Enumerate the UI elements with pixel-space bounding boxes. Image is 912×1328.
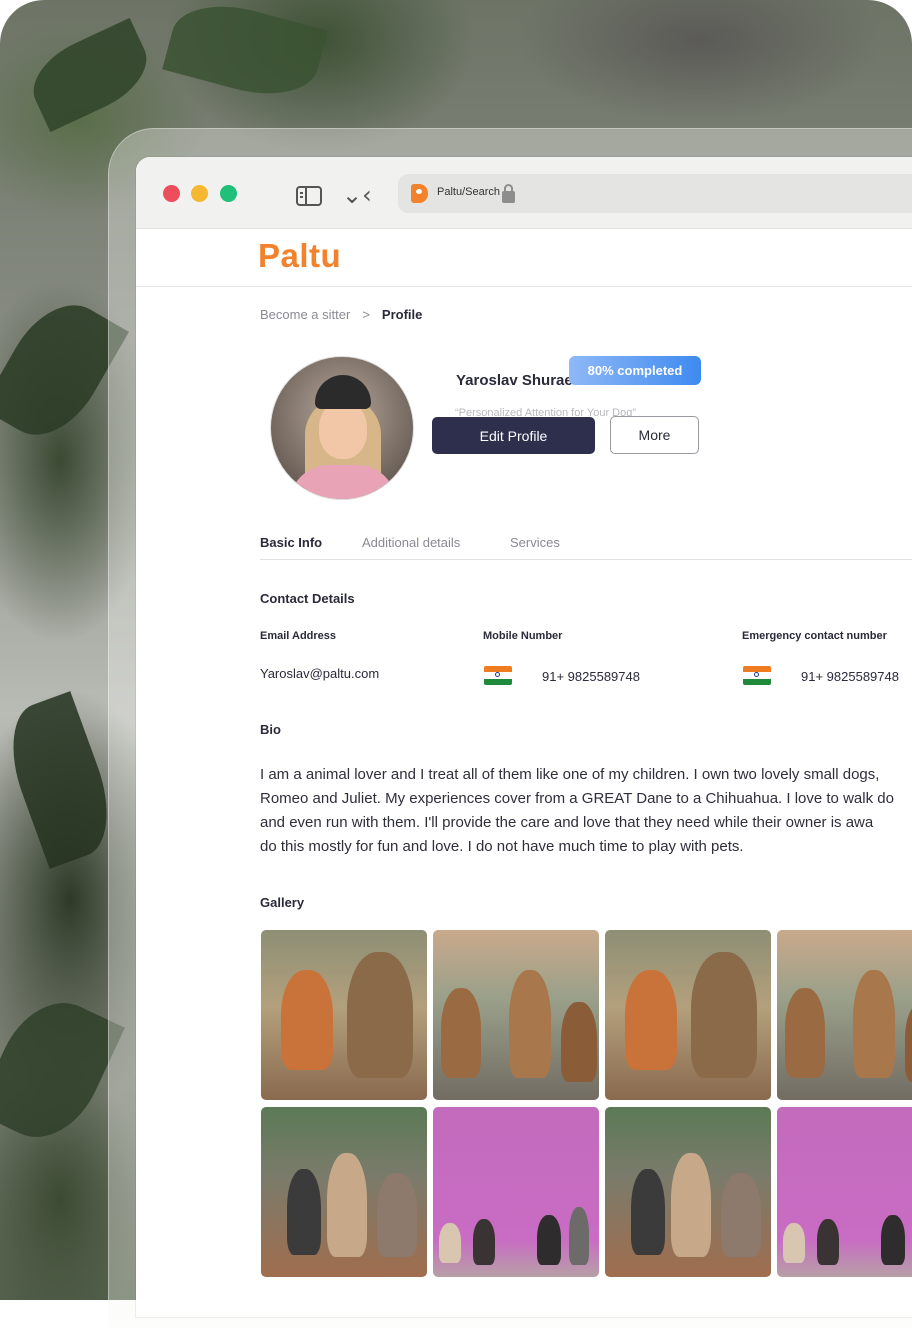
bio-line: do this mostly for fun and love. I do no… bbox=[260, 838, 744, 855]
contact-details-title: Contact Details bbox=[260, 591, 355, 606]
more-button[interactable]: More bbox=[610, 416, 699, 454]
close-window-button[interactable] bbox=[163, 185, 180, 202]
app-header: Paltu bbox=[136, 229, 912, 287]
url-text: Paltu/Search bbox=[437, 186, 500, 198]
breadcrumb: Become a sitter > Profile bbox=[260, 307, 422, 322]
address-bar[interactable]: Paltu/Search bbox=[398, 174, 912, 213]
india-flag-icon bbox=[484, 666, 512, 685]
gallery-photo[interactable] bbox=[433, 1107, 599, 1277]
bio-title: Bio bbox=[260, 722, 281, 737]
gallery-photo[interactable] bbox=[777, 1107, 912, 1277]
plant-leaf bbox=[162, 0, 328, 109]
tab-basic-info[interactable]: Basic Info bbox=[260, 535, 322, 550]
bio-line: and even run with them. I'll provide the… bbox=[260, 814, 874, 831]
tab-services[interactable]: Services bbox=[510, 535, 560, 550]
completion-badge: 80% completed bbox=[569, 356, 701, 385]
gallery-photo[interactable] bbox=[605, 1107, 771, 1277]
gallery-title: Gallery bbox=[260, 895, 305, 910]
gallery-photo[interactable] bbox=[777, 930, 912, 1100]
mobile-label: Mobile Number bbox=[483, 630, 563, 642]
browser-window: ⌄‹ Paltu/Search Paltu Become a sitter > Pr… bbox=[136, 157, 912, 1317]
breadcrumb-separator: > bbox=[362, 307, 370, 322]
paltu-favicon-icon bbox=[411, 184, 428, 203]
breadcrumb-become-a-sitter[interactable]: Become a sitter bbox=[260, 307, 350, 322]
breadcrumb-profile: Profile bbox=[381, 307, 423, 322]
minimize-window-button[interactable] bbox=[191, 185, 208, 202]
chevron-back-icon[interactable]: ⌄‹ bbox=[342, 181, 372, 209]
emergency-label: Emergency contact number bbox=[742, 630, 887, 642]
brand-logo[interactable]: Paltu bbox=[258, 237, 341, 275]
gallery-photo[interactable] bbox=[261, 930, 427, 1100]
bio-line: I am a animal lover and I treat all of t… bbox=[260, 766, 880, 783]
bio-text: I am a animal lover and I treat all of t… bbox=[260, 763, 912, 859]
india-flag-icon bbox=[743, 666, 771, 685]
profile-name: Yaroslav Shuraev bbox=[456, 372, 582, 389]
lock-icon bbox=[502, 184, 515, 203]
plant-leaf bbox=[20, 17, 160, 133]
browser-titlebar: ⌄‹ Paltu/Search bbox=[136, 157, 912, 229]
bio-line: Romeo and Juliet. My experiences cover f… bbox=[260, 790, 894, 807]
email-value: Yaroslav@paltu.com bbox=[260, 666, 380, 681]
mobile-value: 91+ 9825589748 bbox=[542, 669, 640, 684]
edit-profile-button[interactable]: Edit Profile bbox=[432, 417, 595, 454]
avatar bbox=[270, 356, 414, 500]
profile-tabs: Basic Info Additional details Services bbox=[260, 535, 912, 560]
gallery-photo[interactable] bbox=[433, 930, 599, 1100]
maximize-window-button[interactable] bbox=[220, 185, 237, 202]
emergency-value: 91+ 9825589748 bbox=[801, 669, 899, 684]
tab-additional-details[interactable]: Additional details bbox=[362, 535, 460, 550]
gallery-photo[interactable] bbox=[605, 930, 771, 1100]
email-label: Email Address bbox=[260, 630, 337, 642]
sidebar-toggle-icon[interactable] bbox=[296, 186, 322, 206]
plant-leaf bbox=[0, 691, 125, 869]
plant-leaf bbox=[0, 985, 125, 1155]
gallery-photo[interactable] bbox=[261, 1107, 427, 1277]
